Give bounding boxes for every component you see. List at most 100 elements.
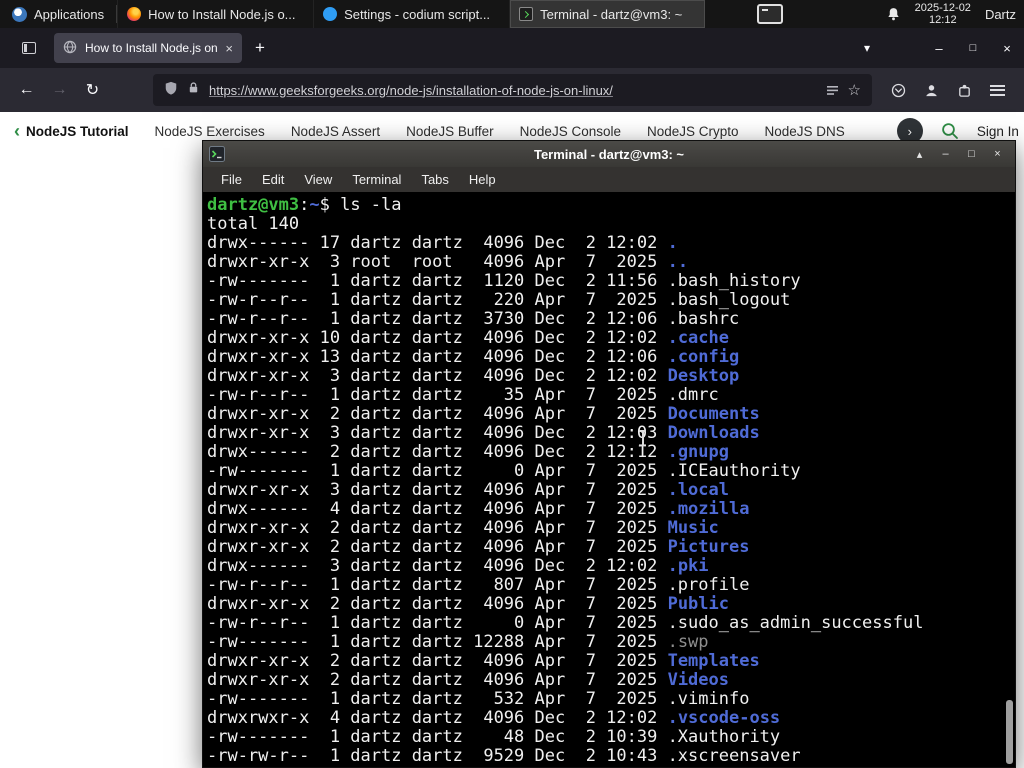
applications-label: Applications [34,6,105,22]
firefox-view-button[interactable] [16,35,42,61]
window-close-button[interactable]: × [990,28,1024,68]
taskbar-item-terminal[interactable]: Terminal - dartz@vm3: ~ [509,0,706,28]
menu-hamburger-icon[interactable] [981,74,1014,106]
codium-icon [323,7,338,21]
terminal-line: drwx------ 3 dartz dartz 4096 Dec 2 12:0… [207,556,709,576]
reader-mode-icon[interactable] [826,84,839,97]
terminal-title: Terminal - dartz@vm3: ~ [533,146,685,162]
tray-terminal-icon[interactable] [757,4,784,24]
terminal-line: drwx------ 2 dartz dartz 4096 Dec 2 12:1… [207,442,729,462]
browser-tab-bar: How to Install Node.js on... × + ▾ – □ × [0,28,1024,68]
terminal-line: dartz@vm3:~$ ls -la [207,195,402,215]
terminal-line: drwxrwxr-x 4 dartz dartz 4096 Dec 2 12:0… [207,708,781,728]
sign-in-button[interactable]: Sign In [977,124,1019,139]
menu-view[interactable]: View [294,170,342,189]
tab-favicon-globe-icon [63,40,77,57]
tab-title: How to Install Node.js on... [85,41,218,55]
terminal-line: drwxr-xr-x 3 root root 4096 Apr 7 2025 .… [207,252,689,272]
firefox-icon [127,7,142,21]
terminal-title-bar[interactable]: Terminal - dartz@vm3: ~ ▴ – □ × [203,141,1015,167]
nav-item-buffer[interactable]: NodeJS Buffer [406,124,494,139]
tab-bar-right: ▾ – □ × [852,28,1024,68]
menu-tabs[interactable]: Tabs [411,170,458,189]
task-title: Settings - codium script... [344,6,491,22]
url-text[interactable]: https://www.geeksforgeeks.org/node-js/in… [209,83,613,98]
terminal-line: drwxr-xr-x 2 dartz dartz 4096 Apr 7 2025… [207,404,760,424]
panel-clock[interactable]: 2025-12-02 12:12 [915,2,971,27]
toolbar-right-icons [882,74,1014,106]
terminal-line: -rw-r--r-- 1 dartz dartz 3730 Dec 2 12:0… [207,309,740,329]
taskbar-item-firefox[interactable]: How to Install Node.js o... [117,0,313,28]
clock-date: 2025-12-02 [914,1,971,14]
terminal-line: -rw-r--r-- 1 dartz dartz 807 Apr 7 2025 … [207,575,750,595]
terminal-shade-button[interactable]: ▴ [908,144,931,164]
search-icon[interactable] [941,122,959,140]
terminal-window-icon [209,146,225,162]
menu-file[interactable]: File [211,170,252,189]
list-all-tabs-icon[interactable]: ▾ [852,41,882,55]
terminal-line: drwxr-xr-x 2 dartz dartz 4096 Apr 7 2025… [207,670,729,690]
terminal-line: -rw------- 1 dartz dartz 0 Apr 7 2025 .I… [207,461,801,481]
desktop-panel: Applications How to Install Node.js o...… [0,0,1024,28]
terminal-line: drwxr-xr-x 10 dartz dartz 4096 Dec 2 12:… [207,328,729,348]
terminal-line: drwx------ 4 dartz dartz 4096 Apr 7 2025… [207,499,750,519]
nav-nodejs-tutorial[interactable]: ‹ NodeJS Tutorial [14,122,129,140]
window-maximize-button[interactable]: □ [956,28,990,68]
mouse-text-cursor [638,430,647,446]
terminal-scrollbar[interactable] [1006,700,1013,764]
terminal-line: -rw------- 1 dartz dartz 48 Dec 2 10:39 … [207,727,781,747]
pocket-icon[interactable] [882,74,915,106]
terminal-menu-bar: File Edit View Terminal Tabs Help [203,167,1015,192]
terminal-line: drwxr-xr-x 2 dartz dartz 4096 Apr 7 2025… [207,518,719,538]
terminal-maximize-button[interactable]: □ [960,144,983,164]
window-minimize-button[interactable]: – [922,28,956,68]
extensions-icon[interactable] [948,74,981,106]
task-title: How to Install Node.js o... [148,6,296,22]
panel-right-area: 2025-12-02 12:12 Dartz [886,2,1024,27]
applications-menu[interactable]: Applications [0,0,116,28]
terminal-line: drwxr-xr-x 13 dartz dartz 4096 Dec 2 12:… [207,347,740,367]
menu-help[interactable]: Help [459,170,506,189]
tab-close-icon[interactable]: × [225,41,233,56]
terminal-line: drwx------ 17 dartz dartz 4096 Dec 2 12:… [207,233,678,253]
firefox-view-icon [22,42,36,54]
terminal-window: Terminal - dartz@vm3: ~ ▴ – □ × File Edi… [202,140,1016,768]
task-title: Terminal - dartz@vm3: ~ [540,6,683,22]
terminal-icon [519,7,534,21]
browser-toolbar: ← → ↻ https://www.geeksforgeeks.org/node… [0,68,1024,112]
account-icon[interactable] [915,74,948,106]
terminal-line: drwxr-xr-x 3 dartz dartz 4096 Apr 7 2025… [207,480,729,500]
terminal-line: drwxr-xr-x 3 dartz dartz 4096 Dec 2 12:0… [207,423,760,443]
menu-edit[interactable]: Edit [252,170,294,189]
nav-item-crypto[interactable]: NodeJS Crypto [647,124,739,139]
terminal-close-button[interactable]: × [986,144,1009,164]
back-button[interactable]: ← [10,74,43,106]
browser-tab[interactable]: How to Install Node.js on... × [54,33,242,63]
chevron-left-icon: ‹ [14,121,20,141]
terminal-line: drwxr-xr-x 2 dartz dartz 4096 Apr 7 2025… [207,651,760,671]
terminal-minimize-button[interactable]: – [934,144,957,164]
tracking-protection-shield-icon[interactable] [164,81,178,100]
terminal-line: -rw------- 1 dartz dartz 1120 Dec 2 11:5… [207,271,801,291]
menu-terminal[interactable]: Terminal [342,170,411,189]
nav-item-assert[interactable]: NodeJS Assert [291,124,380,139]
taskbar-item-codium[interactable]: Settings - codium script... [313,0,509,28]
reload-button[interactable]: ↻ [76,74,109,106]
forward-button[interactable]: → [43,74,76,106]
nav-item-dns[interactable]: NodeJS DNS [765,124,845,139]
terminal-line: -rw------- 1 dartz dartz 532 Apr 7 2025 … [207,689,750,709]
terminal-window-controls: ▴ – □ × [908,144,1009,164]
terminal-line: drwxr-xr-x 2 dartz dartz 4096 Apr 7 2025… [207,594,729,614]
lock-icon[interactable] [187,81,200,99]
address-bar[interactable]: https://www.geeksforgeeks.org/node-js/in… [153,74,872,106]
user-menu[interactable]: Dartz [985,7,1016,22]
notifications-bell-icon[interactable] [886,7,901,22]
nav-item-console[interactable]: NodeJS Console [520,124,621,139]
applications-icon [12,6,27,22]
new-tab-button[interactable]: + [246,34,274,62]
nav-item-exercises[interactable]: NodeJS Exercises [155,124,265,139]
bookmark-star-icon[interactable]: ☆ [848,81,861,99]
terminal-output[interactable]: dartz@vm3:~$ ls -la total 140 drwx------ 1… [203,192,1015,767]
hamburger-bars [990,84,1005,96]
nav-tutorial-label: NodeJS Tutorial [26,123,129,139]
